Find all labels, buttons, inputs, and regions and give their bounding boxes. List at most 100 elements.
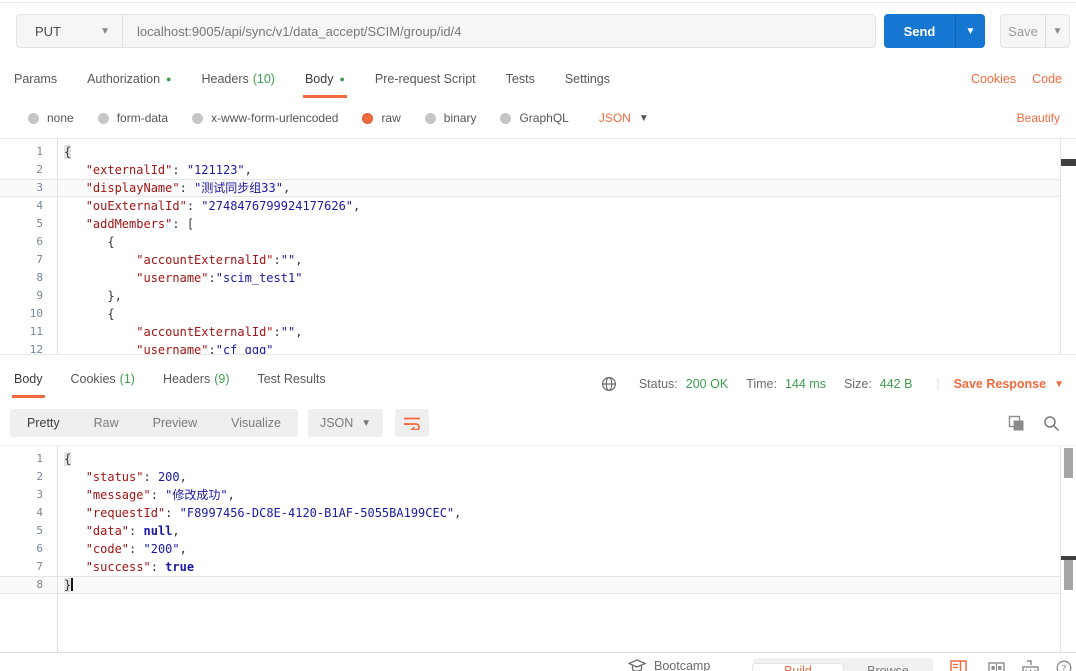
tab-body[interactable]: Body ● [302,66,347,98]
send-options-chevron-icon[interactable]: ▼ [955,14,985,48]
radio-icon[interactable] [28,112,39,124]
shortcuts-button[interactable] [1022,660,1039,671]
mode-graphql[interactable]: GraphQL [500,111,569,125]
line-number: 1 [36,452,43,465]
response-code-area[interactable]: { "status": 200, "message": "修改成功", "req… [0,446,1060,652]
response-format-value: JSON [319,416,354,430]
mode-binary[interactable]: binary [424,111,476,125]
graduation-cap-icon [628,659,646,671]
beautify-link[interactable]: Beautify [1017,111,1060,125]
request-url-bar: PUT ▼ [16,14,876,48]
tab-settings[interactable]: Settings [563,66,612,95]
response-header: Body Cookies (1) Headers (9) Test Results … [0,364,1076,404]
view-visualize[interactable]: Visualize [214,409,298,437]
mode-form-data[interactable]: form-data [97,111,168,125]
scrollbar-thumb[interactable] [1064,448,1073,478]
response-meta: Status: 200 OK Time: 144 ms Size: 442 B … [601,364,1076,404]
method-select[interactable]: PUT ▼ [17,15,123,47]
save-options-chevron-icon[interactable]: ▼ [1045,15,1069,47]
view-pretty[interactable]: Pretty [10,409,77,437]
view-preview[interactable]: Preview [136,409,214,437]
response-line-gutter: 1 2 3 4 5 6 7 8 [0,446,58,652]
network-globe-icon[interactable] [601,376,617,392]
content-type-select[interactable]: JSON ▼ [599,111,649,125]
code-line: "success": true [85,560,195,574]
request-code-area[interactable]: { "externalId": "121123", "displayName":… [0,139,1060,354]
bootcamp-button[interactable]: Bootcamp [628,659,710,671]
search-icon[interactable] [1043,415,1060,432]
scrollbar-thumb[interactable] [1064,560,1073,590]
save-label[interactable]: Save [1001,15,1045,47]
save-response-button[interactable]: Save Response [954,377,1046,391]
body-mode-row: none form-data x-www-form-urlencoded raw… [0,103,1076,133]
code-line: "addMembers": [ [85,217,195,231]
code-line: "username":"cf_ggg" [136,343,274,355]
radio-selected-icon[interactable] [362,112,374,124]
build-tab[interactable]: Build [753,664,843,671]
browse-tab[interactable]: Browse [843,664,933,671]
line-number: 4 [36,199,43,212]
green-dot-icon: ● [339,74,345,84]
line-number: 3 [36,181,43,194]
line-number: 5 [36,217,43,230]
code-line: { [107,235,115,249]
send-label[interactable]: Send [884,14,955,48]
line-number: 12 [29,343,43,355]
code-line: "accountExternalId":"", [136,253,303,267]
radio-icon[interactable] [97,112,109,124]
wrap-lines-button[interactable] [395,409,430,437]
save-button[interactable]: Save ▼ [1000,14,1070,48]
top-divider [0,2,1076,3]
cookies-link[interactable]: Cookies [971,72,1016,86]
response-format-select[interactable]: JSON ▼ [307,409,384,437]
view-raw[interactable]: Raw [77,409,136,437]
time-label: Time: [746,377,777,391]
code-line: { [107,307,115,321]
mode-x-www-form-urlencoded[interactable]: x-www-form-urlencoded [192,111,338,125]
size-label: Size: [843,377,872,391]
request-scrollbar[interactable] [1060,139,1076,354]
two-pane-view-button[interactable] [950,660,967,671]
radio-icon[interactable] [192,112,204,124]
code-line: { [64,452,72,466]
code-link[interactable]: Code [1032,72,1062,86]
line-number: 3 [36,488,43,501]
copy-icon[interactable] [1008,415,1025,432]
response-scrollbar[interactable] [1060,446,1076,652]
mode-none[interactable]: none [28,111,74,125]
code-line: "ouExternalId": "2748476799924177626", [85,199,361,213]
tab-tests[interactable]: Tests [504,66,537,95]
tab-test-results[interactable]: Test Results [255,364,327,395]
tab-headers[interactable]: Headers (10) [199,66,276,95]
save-response-chevron-icon[interactable]: ▼ [1054,379,1064,390]
time-value: 144 ms [784,377,826,391]
tab-params[interactable]: Params [12,66,59,95]
code-line: "requestId": "F8997456-DC8E-4120-B1AF-50… [85,506,462,520]
url-input[interactable] [123,15,875,47]
mode-raw[interactable]: raw [362,111,401,125]
code-line: "accountExternalId":"", [136,325,303,339]
tab-response-body[interactable]: Body [12,364,45,398]
build-browse-toggle: Build Browse [753,658,933,671]
tab-pre-request-script[interactable]: Pre-request Script [373,66,478,95]
help-button[interactable]: ? [1056,660,1072,671]
line-number: 11 [29,325,43,338]
response-headers-count: (9) [214,372,230,386]
tab-response-headers[interactable]: Headers (9) [161,364,232,395]
headers-count: (10) [252,72,275,86]
radio-icon[interactable] [424,112,436,124]
request-tabs: Params Authorization ● Headers (10) Body ● … [0,66,1076,98]
tab-authorization[interactable]: Authorization ● [85,66,173,95]
radio-icon[interactable] [500,112,512,124]
footer-bar: Bootcamp Build Browse ? [0,652,1076,671]
response-tabs: Body Cookies (1) Headers (9) Test Results [0,364,352,404]
two-pane-icon [950,660,967,671]
code-line: "message": "修改成功", [85,488,235,502]
tab-response-cookies[interactable]: Cookies (1) [69,364,137,395]
code-line: { [64,145,72,159]
response-view-switch: Pretty Raw Preview Visualize [10,409,298,437]
send-button[interactable]: Send ▼ [884,14,985,48]
line-number: 1 [36,145,43,158]
console-icon [988,662,1005,671]
console-button[interactable] [988,660,1005,671]
